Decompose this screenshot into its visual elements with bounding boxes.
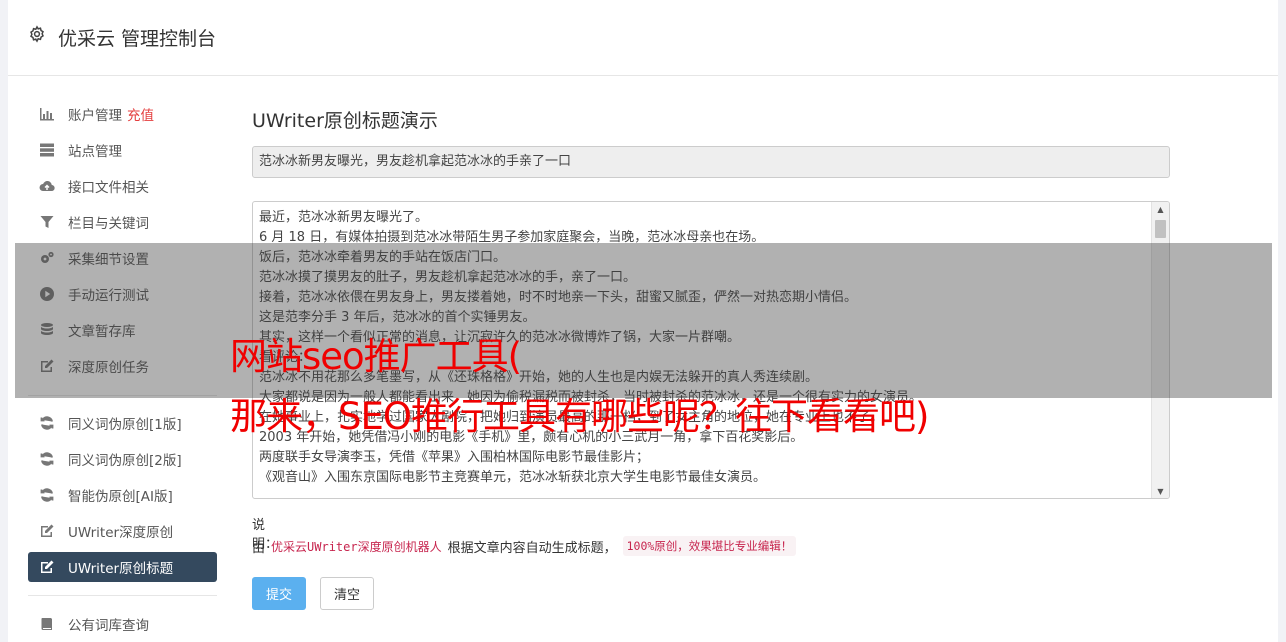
content-line: 《观音山》入围东京国际电影节主竞赛单元，范冰冰斩获北京大学生电影节最佳女演员。 (259, 470, 767, 485)
original-badge: 100%原创，效果堪比专业编辑！ (622, 536, 797, 556)
filter-icon (38, 213, 56, 231)
sidebar-item-columns-keywords[interactable]: 栏目与关键词 (28, 207, 217, 237)
sidebar-item-label: 站点管理 (68, 144, 122, 160)
overlay-band (15, 243, 1272, 398)
header: 优采云 管理控制台 (8, 0, 1278, 76)
sidebar-item-ai-rewrite[interactable]: 智能伪原创[AI版] (28, 480, 217, 510)
sidebar-divider (28, 595, 217, 596)
edit-icon (38, 522, 56, 540)
sidebar-item-label: 接口文件相关 (68, 180, 149, 196)
content-line: 最近，范冰冰新男友曝光了。 (259, 210, 429, 225)
sidebar-item-label: 智能伪原创[AI版] (68, 489, 173, 505)
sidebar-item-uwriter-title[interactable]: UWriter原创标题 (28, 552, 217, 582)
sidebar-item-synonym-v1[interactable]: 同义词伪原创[1版] (28, 408, 217, 438)
book-icon (38, 615, 56, 633)
note-description: 由 优采云UWriter深度原创机器人 根据文章内容自动生成标题， 100%原创… (252, 536, 797, 556)
generated-title-field[interactable]: 范冰冰新男友曝光，男友趁机拿起范冰冰的手亲了一口 (252, 146, 1170, 178)
overlay-headline-line2: 那来，SEO推行工具有哪些呢？往下看看吧) (230, 395, 929, 438)
bar-chart-icon (38, 105, 56, 123)
sidebar-item-label: 公有词库查询 (68, 618, 149, 634)
refresh-icon (38, 486, 56, 504)
sidebar-item-uwriter-deep[interactable]: UWriter深度原创 (28, 516, 217, 546)
sidebar-item-synonym-v2[interactable]: 同义词伪原创[2版] (28, 444, 217, 474)
sidebar-item-account[interactable]: 账户管理 充值 (28, 99, 217, 129)
refresh-icon (38, 414, 56, 432)
content-line: 两度联手女导演李玉，凭借《苹果》入围柏林国际电影节最佳影片； (259, 450, 650, 465)
sidebar-item-public-lexicon[interactable]: 公有词库查询 (28, 609, 217, 639)
sidebar-item-label: UWriter深度原创 (68, 525, 174, 541)
submit-button[interactable]: 提交 (252, 577, 306, 610)
scroll-down-arrow-icon[interactable]: ▼ (1152, 484, 1169, 498)
edit-icon (38, 558, 56, 576)
sidebar-item-label: 栏目与关键词 (68, 216, 149, 232)
sidebar-item-label: UWriter原创标题 (68, 561, 174, 577)
note-prefix: 由 (252, 540, 266, 556)
sidebar-item-api-files[interactable]: 接口文件相关 (28, 171, 217, 201)
sidebar-item-label: 账户管理 (68, 108, 122, 124)
sidebar-item-sites[interactable]: 站点管理 (28, 135, 217, 165)
note-middle: 根据文章内容自动生成标题， (447, 540, 617, 556)
cloud-upload-icon (38, 177, 56, 195)
refresh-icon (38, 450, 56, 468)
sidebar-item-label: 同义词伪原创[2版] (68, 453, 182, 469)
overlay-headline-line1: 网站seo推广工具( (230, 335, 522, 378)
scroll-thumb[interactable] (1155, 220, 1166, 238)
gear-icon (30, 25, 44, 43)
recharge-link[interactable]: 充值 (127, 104, 154, 124)
page-title: UWriter原创标题演示 (252, 110, 438, 132)
brand-title: 优采云 管理控制台 (58, 28, 217, 50)
server-icon (38, 141, 56, 159)
scroll-up-arrow-icon[interactable]: ▲ (1152, 202, 1169, 216)
robot-name: 优采云UWriter深度原创机器人 (271, 539, 442, 554)
clear-button[interactable]: 清空 (320, 577, 374, 610)
sidebar-item-label: 同义词伪原创[1版] (68, 417, 182, 433)
